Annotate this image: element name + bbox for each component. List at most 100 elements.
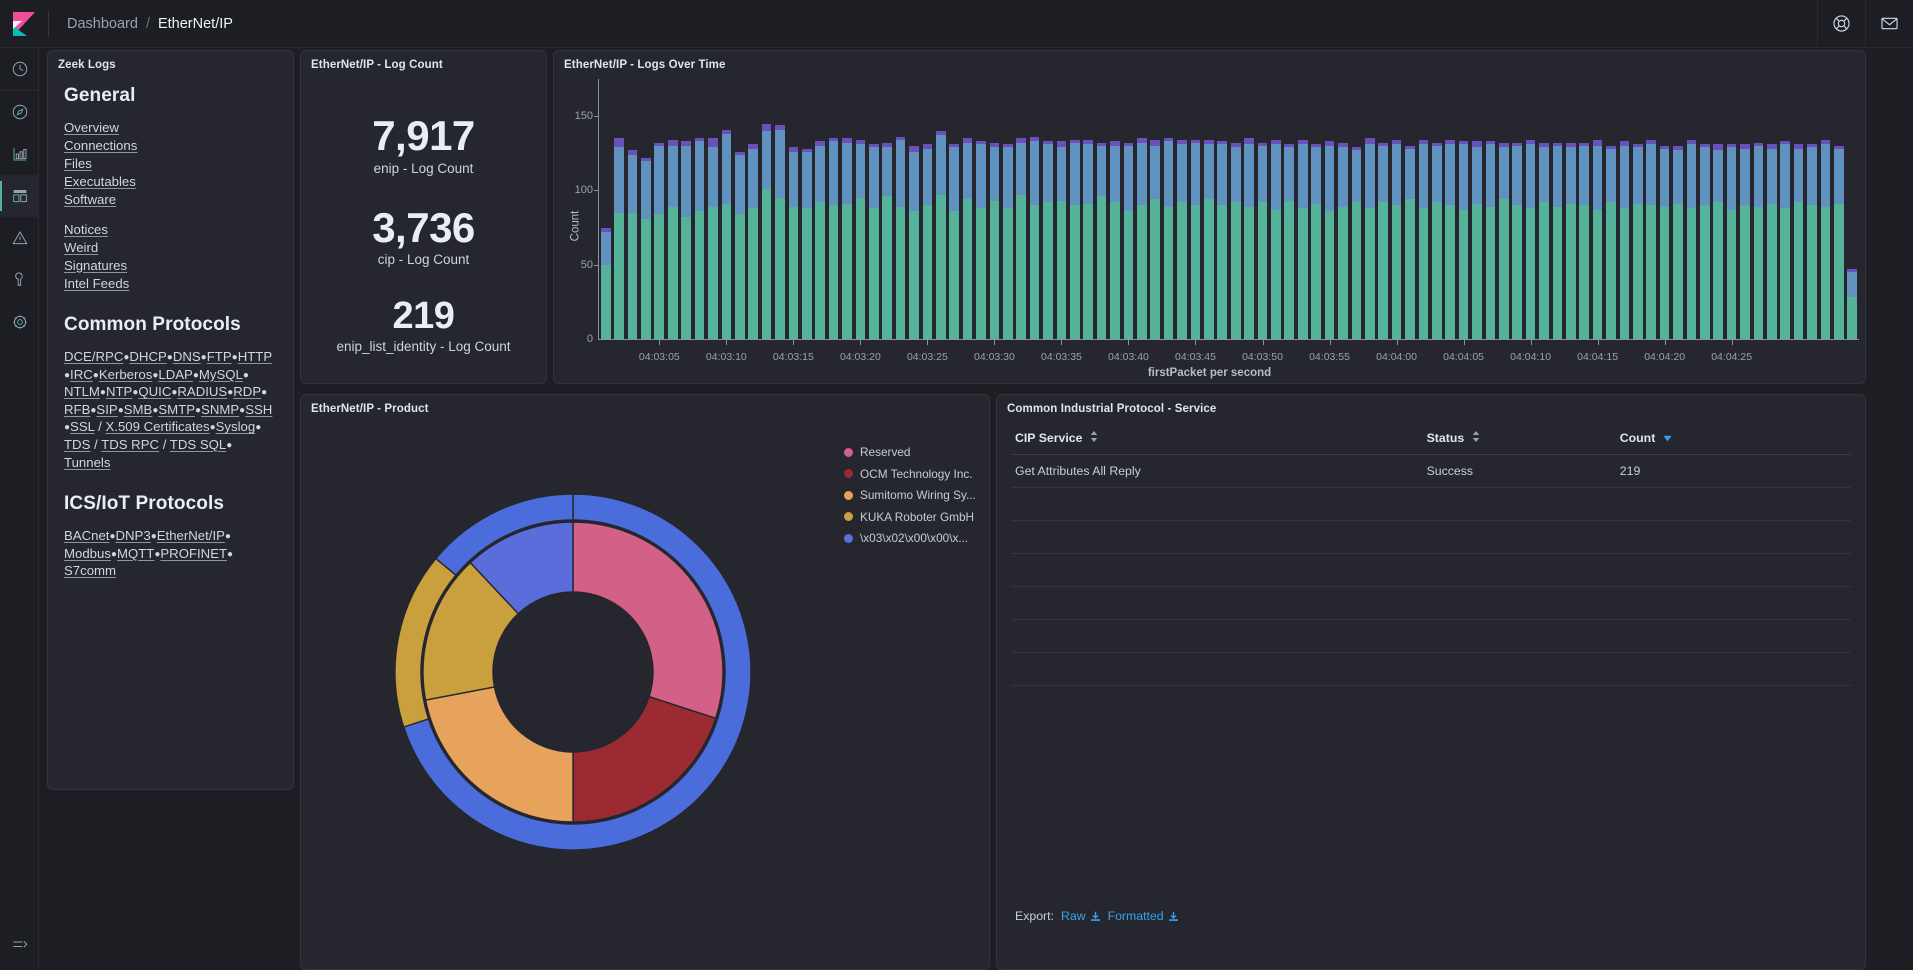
histogram-bar[interactable]	[1767, 144, 1777, 339]
histogram-bar[interactable]	[734, 151, 745, 339]
protocol-link-syslog[interactable]: Syslog	[216, 419, 256, 434]
histogram-bar[interactable]	[1740, 144, 1750, 339]
histogram-bar[interactable]	[1284, 144, 1295, 339]
metric-cip[interactable]: 3,736 cip - Log Count	[372, 205, 475, 267]
histogram-bar[interactable]	[1619, 141, 1630, 339]
sidebar-item-visualize[interactable]	[0, 133, 39, 175]
sidebar-item-recent[interactable]	[0, 48, 39, 90]
protocol-link-tds-sql[interactable]: TDS SQL	[170, 437, 226, 452]
protocol-link-ntlm[interactable]: NTLM	[64, 384, 100, 399]
protocol-link-tds-rpc[interactable]: TDS RPC	[101, 437, 159, 452]
histogram-bar[interactable]	[1324, 141, 1335, 339]
column-header-count[interactable]: Count	[1615, 425, 1851, 455]
histogram-bar[interactable]	[1016, 138, 1027, 339]
protocol-link-kerberos[interactable]: Kerberos	[99, 367, 153, 382]
histogram-bar[interactable]	[1338, 142, 1348, 339]
histogram-bar[interactable]	[1780, 141, 1791, 339]
table-row[interactable]: Get Attributes All Reply Success 219	[1011, 454, 1851, 488]
link-connections[interactable]: Connections	[64, 138, 277, 155]
histogram-bar[interactable]	[1793, 144, 1804, 339]
histogram-bar[interactable]	[1230, 142, 1241, 339]
histogram-bar[interactable]	[1646, 139, 1657, 339]
sidebar-item-discover[interactable]	[0, 91, 39, 133]
plot-area[interactable]: 0 50 100 150 04:03:05 04:03:10 04:03:15 04:03:2…	[575, 79, 1859, 363]
histogram-bar[interactable]	[654, 142, 665, 339]
protocol-link-http[interactable]: HTTP	[238, 349, 272, 364]
histogram-bar[interactable]	[681, 141, 691, 339]
histogram-bar[interactable]	[1096, 142, 1107, 339]
protocol-link-dce-rpc[interactable]: DCE/RPC	[64, 349, 123, 364]
protocol-link-tds[interactable]: TDS	[64, 437, 90, 452]
histogram-bar[interactable]	[1003, 144, 1013, 339]
protocol-link-bacnet[interactable]: BACnet	[64, 528, 109, 543]
link-intel-feeds[interactable]: Intel Feeds	[64, 276, 277, 293]
histogram-bar[interactable]	[895, 136, 906, 339]
histogram-bar[interactable]	[1552, 142, 1563, 339]
protocol-link-dhcp[interactable]: DHCP	[129, 349, 166, 364]
histogram-bar[interactable]	[694, 138, 705, 339]
histogram-chart[interactable]: Count 0 50 100 150 04:03:05 04:03:10 04:03:15 0…	[554, 71, 1865, 381]
legend-item[interactable]: Sumitomo Wiring Sy...	[844, 488, 989, 502]
column-header-cip-service[interactable]: CIP Service	[1011, 425, 1423, 455]
sort-desc-icon[interactable]	[1663, 431, 1672, 445]
histogram-bar[interactable]	[1579, 142, 1590, 339]
histogram-bar[interactable]	[1405, 145, 1415, 339]
histogram-bar[interactable]	[1029, 136, 1040, 339]
donut-chart[interactable]	[301, 415, 844, 969]
metric-enip-list-identity[interactable]: 219 enip_list_identity - Log Count	[336, 296, 510, 354]
link-weird[interactable]: Weird	[64, 240, 277, 257]
histogram-bar[interactable]	[1713, 144, 1724, 339]
legend-item[interactable]: OCM Technology Inc.	[844, 467, 989, 481]
protocol-link-ldap[interactable]: LDAP	[158, 367, 192, 382]
histogram-bar[interactable]	[1204, 139, 1214, 339]
histogram-bar[interactable]	[935, 131, 946, 339]
sidebar-item-management[interactable]	[0, 301, 39, 343]
histogram-bar[interactable]	[600, 227, 611, 339]
histogram-bar[interactable]	[1726, 144, 1737, 339]
histogram-bar[interactable]	[1753, 142, 1764, 339]
protocol-link-ntp[interactable]: NTP	[106, 384, 132, 399]
histogram-bar[interactable]	[708, 138, 718, 339]
protocol-link-ssl[interactable]: SSL	[70, 419, 94, 434]
histogram-bar[interactable]	[1351, 147, 1362, 339]
link-files[interactable]: Files	[64, 156, 277, 173]
histogram-bar[interactable]	[1177, 139, 1187, 339]
histogram-bar[interactable]	[1378, 142, 1388, 339]
breadcrumb-dashboard[interactable]: Dashboard	[67, 16, 138, 32]
histogram-bar[interactable]	[1834, 145, 1844, 339]
histogram-bar[interactable]	[1606, 145, 1616, 339]
protocol-link-profinet[interactable]: PROFINET	[160, 546, 227, 561]
histogram-bar[interactable]	[614, 138, 624, 339]
metric-enip[interactable]: 7,917 enip - Log Count	[372, 114, 475, 176]
histogram-bar[interactable]	[1364, 138, 1375, 339]
histogram-bar[interactable]	[949, 144, 960, 339]
histogram-bar[interactable]	[1056, 141, 1067, 339]
link-signatures[interactable]: Signatures	[64, 258, 277, 275]
histogram-bar[interactable]	[775, 125, 785, 339]
protocol-link-dns[interactable]: DNS	[173, 349, 201, 364]
histogram-bar[interactable]	[641, 157, 651, 339]
legend-item[interactable]: Reserved	[844, 445, 989, 459]
histogram-bar[interactable]	[1391, 139, 1402, 339]
histogram-bar[interactable]	[1244, 138, 1254, 339]
protocol-link-ethernet-ip[interactable]: EtherNet/IP	[157, 528, 225, 543]
histogram-bar[interactable]	[962, 138, 973, 339]
protocol-link-x-509-certificates[interactable]: X.509 Certificates	[105, 419, 209, 434]
histogram-bar[interactable]	[667, 139, 678, 339]
link-overview[interactable]: Overview	[64, 120, 277, 137]
histogram-bar[interactable]	[1686, 139, 1697, 339]
histogram-bar[interactable]	[842, 138, 852, 339]
sidebar-item-alerts[interactable]	[0, 217, 39, 259]
histogram-bar[interactable]	[828, 138, 839, 339]
protocol-link-snmp[interactable]: SNMP	[201, 402, 239, 417]
protocol-link-ssh[interactable]: SSH	[245, 402, 272, 417]
histogram-bar[interactable]	[1418, 139, 1429, 339]
histogram-bar[interactable]	[922, 144, 933, 339]
protocol-link-tunnels[interactable]: Tunnels	[64, 455, 110, 470]
histogram-bar[interactable]	[976, 141, 986, 339]
histogram-bar[interactable]	[882, 142, 892, 339]
donut-slice[interactable]	[424, 686, 574, 823]
kibana-logo[interactable]	[0, 0, 48, 48]
histogram-bar[interactable]	[1659, 145, 1670, 339]
histogram-bar[interactable]	[1257, 142, 1268, 339]
